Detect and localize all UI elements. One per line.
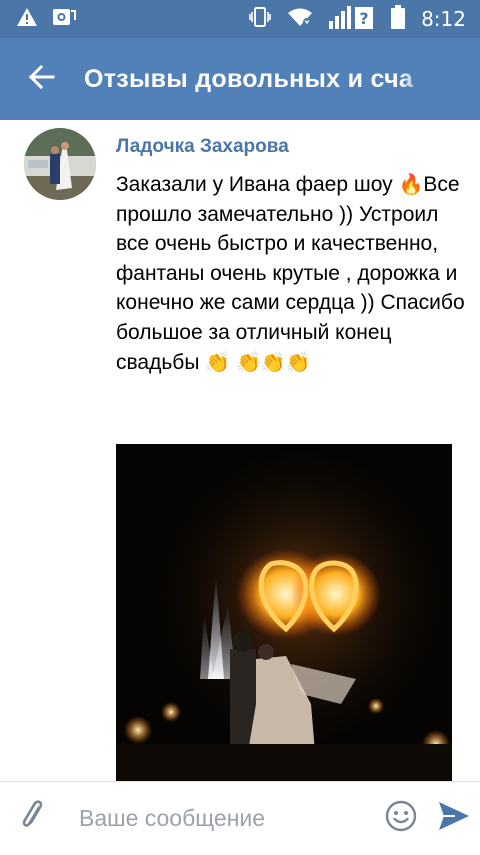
message-composer (0, 781, 480, 855)
message-input[interactable] (66, 798, 375, 839)
status-bar-notifications (0, 6, 76, 33)
status-bar-system: ? 8:12 (249, 4, 480, 34)
message-photo[interactable] (116, 444, 452, 784)
fire-emoji: 🔥 (398, 174, 424, 196)
clapping-hands-emoji: 👏 (205, 351, 231, 374)
author-avatar[interactable] (24, 128, 96, 200)
wifi-icon (287, 7, 313, 32)
attach-button[interactable] (0, 782, 67, 855)
message-text: Заказали у Ивана фаер шоу 🔥Все прошло за… (116, 170, 466, 377)
vibrate-icon (249, 6, 271, 33)
send-icon (437, 800, 471, 837)
clapping-hands-emoji: 👏 (260, 351, 286, 374)
arrow-back-icon (28, 64, 55, 94)
back-button[interactable] (0, 38, 84, 120)
battery-icon (391, 4, 406, 34)
clapping-hands-emoji: 👏 (285, 351, 311, 374)
message-text-part-1: Заказали у Ивана фаер шоу (116, 173, 399, 196)
clapping-hands-emoji: 👏 (236, 351, 261, 374)
message-author[interactable]: Ладочка Захарова (116, 136, 289, 158)
signal-icon: ? (329, 5, 375, 34)
warning-icon (16, 7, 38, 32)
chat-title[interactable]: Отзывы довольных и сча (84, 65, 434, 94)
svg-text:?: ? (359, 9, 368, 28)
chat-toolbar: Отзывы довольных и сча (0, 38, 480, 120)
status-time: 8:12 (421, 7, 466, 31)
emoji-button[interactable] (375, 782, 428, 855)
smile-icon (385, 800, 417, 837)
status-bar: ? 8:12 (0, 0, 480, 38)
message-text-part-2: Все прошло замечательно )) Устроил все о… (116, 173, 465, 374)
send-button[interactable] (427, 782, 480, 855)
gallery-sync-icon (52, 6, 76, 33)
paperclip-icon (18, 799, 48, 838)
